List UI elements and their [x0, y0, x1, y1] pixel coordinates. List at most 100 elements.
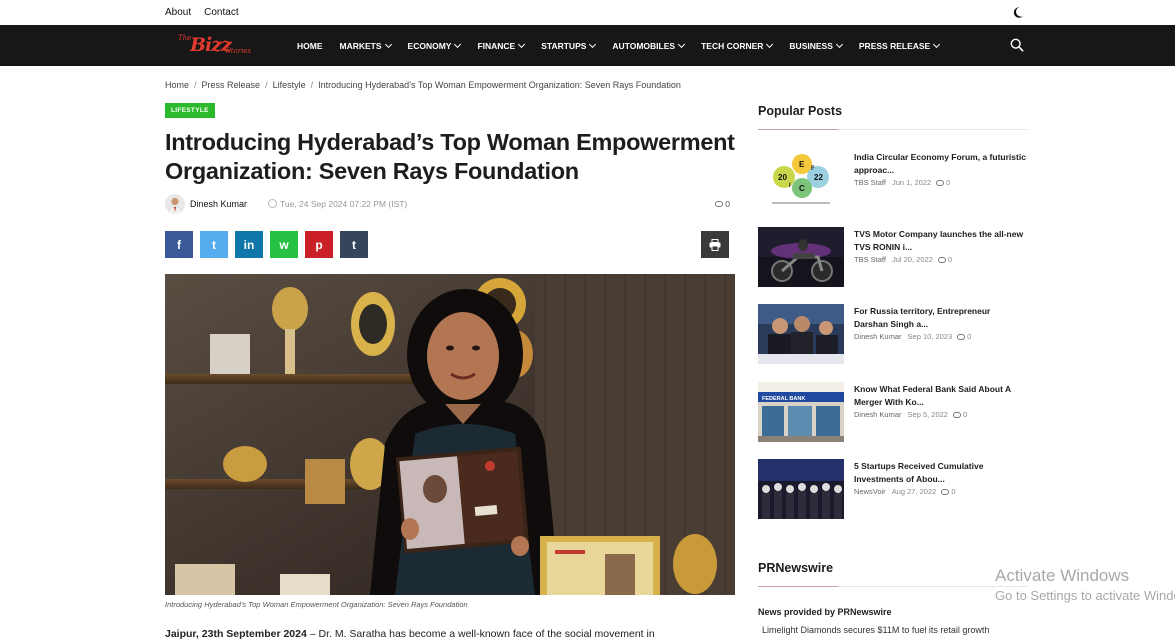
- nav-item-startups[interactable]: STARTUPS: [541, 40, 597, 51]
- bank-signboard-text: FEDERAL BANK: [762, 396, 805, 402]
- post-author[interactable]: Dinesh Kumar: [854, 410, 902, 419]
- icef-letter-e: E: [799, 160, 805, 169]
- post-date: Jul 20, 2022: [891, 255, 933, 264]
- post-thumbnail[interactable]: FEDERAL BANK: [758, 382, 844, 442]
- post-author[interactable]: TBS Staff: [854, 255, 886, 264]
- post-title[interactable]: 5 Startups Received Cumulative Investmen…: [854, 460, 1026, 486]
- post-comment-count: 0: [947, 255, 953, 264]
- post-thumbnail[interactable]: [758, 227, 844, 287]
- article-title: Introducing Hyderabad’s Top Woman Empowe…: [165, 129, 735, 184]
- linkedin-share-button[interactable]: in: [235, 231, 263, 258]
- comment-icon: [941, 488, 950, 495]
- post-meta: NewsVoir Aug 27, 2022 0: [854, 487, 955, 496]
- post-title[interactable]: TVS Motor Company launches the all-new T…: [854, 228, 1026, 254]
- chevron-down-icon: [454, 40, 462, 48]
- chevron-down-icon: [835, 40, 843, 48]
- twitter-icon: t: [212, 237, 216, 252]
- lead-dateline: Jaipur, 23th September 2024: [165, 628, 307, 640]
- clock-icon: [268, 199, 277, 208]
- post-thumbnail[interactable]: [758, 304, 844, 364]
- post-author[interactable]: TBS Staff: [854, 178, 886, 187]
- breadcrumb-separator: /: [310, 80, 314, 90]
- whatsapp-share-button[interactable]: w: [270, 231, 298, 258]
- tumblr-share-button[interactable]: t: [340, 231, 368, 258]
- post-meta: Dinesh Kumar Sep 5, 2022 0: [854, 410, 967, 419]
- post-comment-count: 0: [946, 178, 951, 187]
- nav-item-label: FINANCE: [477, 40, 516, 51]
- comment-icon: [715, 201, 724, 207]
- nav-item-label: AUTOMOBILES: [612, 40, 676, 51]
- nav-item-tech-corner[interactable]: TECH CORNER: [701, 40, 774, 51]
- post-thumbnail[interactable]: [758, 459, 844, 519]
- nav-item-label: ECONOMY: [407, 40, 452, 51]
- post-title[interactable]: Know What Federal Bank Said About A Merg…: [854, 383, 1026, 409]
- comment-icon: [952, 411, 961, 418]
- popular-post[interactable]: TVS Motor Company launches the all-new T…: [758, 227, 1028, 287]
- image-caption: Introducing Hyderabad’s Top Woman Empowe…: [165, 600, 468, 609]
- author-name[interactable]: Dinesh Kumar: [190, 199, 247, 209]
- chevron-down-icon: [678, 40, 686, 48]
- post-title[interactable]: For Russia territory, Entrepreneur Darsh…: [854, 305, 1026, 331]
- chevron-down-icon: [518, 40, 526, 48]
- category-badge[interactable]: LIFESTYLE: [165, 103, 215, 118]
- popular-post[interactable]: FEDERAL BANK Know What Federal Bank Said…: [758, 382, 1028, 442]
- nav-item-automobiles[interactable]: AUTOMOBILES: [612, 40, 686, 51]
- post-meta: TBS Staff Jun 1, 2022 0: [854, 178, 950, 187]
- share-buttons: f t in w p t: [165, 231, 375, 258]
- icef-22: 22: [814, 173, 823, 182]
- popular-post[interactable]: 20 22 E C I F India Circular Economy For…: [758, 150, 1028, 210]
- search-icon[interactable]: [1010, 38, 1024, 52]
- breadcrumb-lifestyle[interactable]: Lifestyle: [273, 80, 306, 90]
- breadcrumb-home[interactable]: Home: [165, 80, 189, 90]
- main-navigation: The Bizz Stories HOME MARKETS ECONOMY FINAN…: [0, 25, 1175, 66]
- breadcrumb-press-release[interactable]: Press Release: [202, 80, 261, 90]
- popular-post[interactable]: 5 Startups Received Cumulative Investmen…: [758, 459, 1028, 519]
- post-title[interactable]: India Circular Economy Forum, a futurist…: [854, 151, 1026, 177]
- chevron-down-icon: [933, 40, 941, 48]
- publish-date: Tue, 24 Sep 2024 07:22 PM (IST): [280, 199, 408, 209]
- site-logo[interactable]: The Bizz Stories: [176, 32, 266, 60]
- post-comment-count: 0: [951, 487, 956, 496]
- post-date: Sep 10, 2023: [907, 332, 953, 341]
- dark-mode-moon-icon[interactable]: [1011, 6, 1024, 19]
- nav-item-finance[interactable]: FINANCE: [477, 40, 526, 51]
- nav-item-press-release[interactable]: PRESS RELEASE: [858, 40, 941, 51]
- print-icon: [709, 238, 721, 251]
- nav-item-label: PRESS RELEASE: [858, 40, 931, 51]
- comment-count-value: 0: [725, 199, 730, 209]
- prnewswire-item[interactable]: Limelight Diamonds secures $11M to fuel …: [762, 625, 989, 635]
- about-link[interactable]: About: [165, 7, 191, 18]
- prnewswire-title: PRNewswire: [758, 561, 834, 575]
- facebook-share-button[interactable]: f: [165, 231, 193, 258]
- nav-item-label: BUSINESS: [789, 40, 833, 51]
- popular-post[interactable]: For Russia territory, Entrepreneur Darsh…: [758, 304, 1028, 364]
- author-avatar[interactable]: [165, 194, 185, 214]
- nav-item-markets[interactable]: MARKETS: [339, 40, 392, 51]
- pinterest-share-button[interactable]: p: [305, 231, 333, 258]
- twitter-share-button[interactable]: t: [200, 231, 228, 258]
- icef-20: 20: [778, 173, 787, 182]
- article-hero-image: [165, 274, 735, 595]
- nav-item-home[interactable]: HOME: [297, 41, 323, 51]
- comment-icon: [936, 179, 945, 186]
- post-author[interactable]: NewsVoir: [854, 487, 886, 496]
- post-date: Jun 1, 2022: [891, 178, 932, 187]
- activate-windows-line1: Activate Windows: [995, 566, 1130, 585]
- breadcrumb-separator: /: [265, 80, 268, 90]
- comment-icon: [957, 333, 966, 340]
- comment-count[interactable]: 0: [715, 199, 730, 209]
- chevron-down-icon: [766, 40, 774, 48]
- contact-link[interactable]: Contact: [204, 7, 238, 18]
- popular-posts-title: Popular Posts: [758, 104, 843, 118]
- post-meta: Dinesh Kumar Sep 10, 2023 0: [854, 332, 971, 341]
- pinterest-icon: p: [315, 237, 323, 252]
- article-lead-paragraph: Jaipur, 23th September 2024 – Dr. M. Sar…: [165, 628, 655, 640]
- post-thumbnail[interactable]: 20 22 E C I F: [758, 150, 844, 210]
- post-author[interactable]: Dinesh Kumar: [854, 332, 902, 341]
- nav-item-business[interactable]: BUSINESS: [789, 40, 843, 51]
- windows-activation-watermark: Activate Windows Go to Settings to activ…: [995, 566, 1175, 603]
- popular-posts-divider: [758, 129, 1028, 130]
- nav-item-label: MARKETS: [339, 40, 382, 51]
- nav-item-economy[interactable]: ECONOMY: [407, 40, 462, 51]
- print-button[interactable]: [701, 231, 729, 258]
